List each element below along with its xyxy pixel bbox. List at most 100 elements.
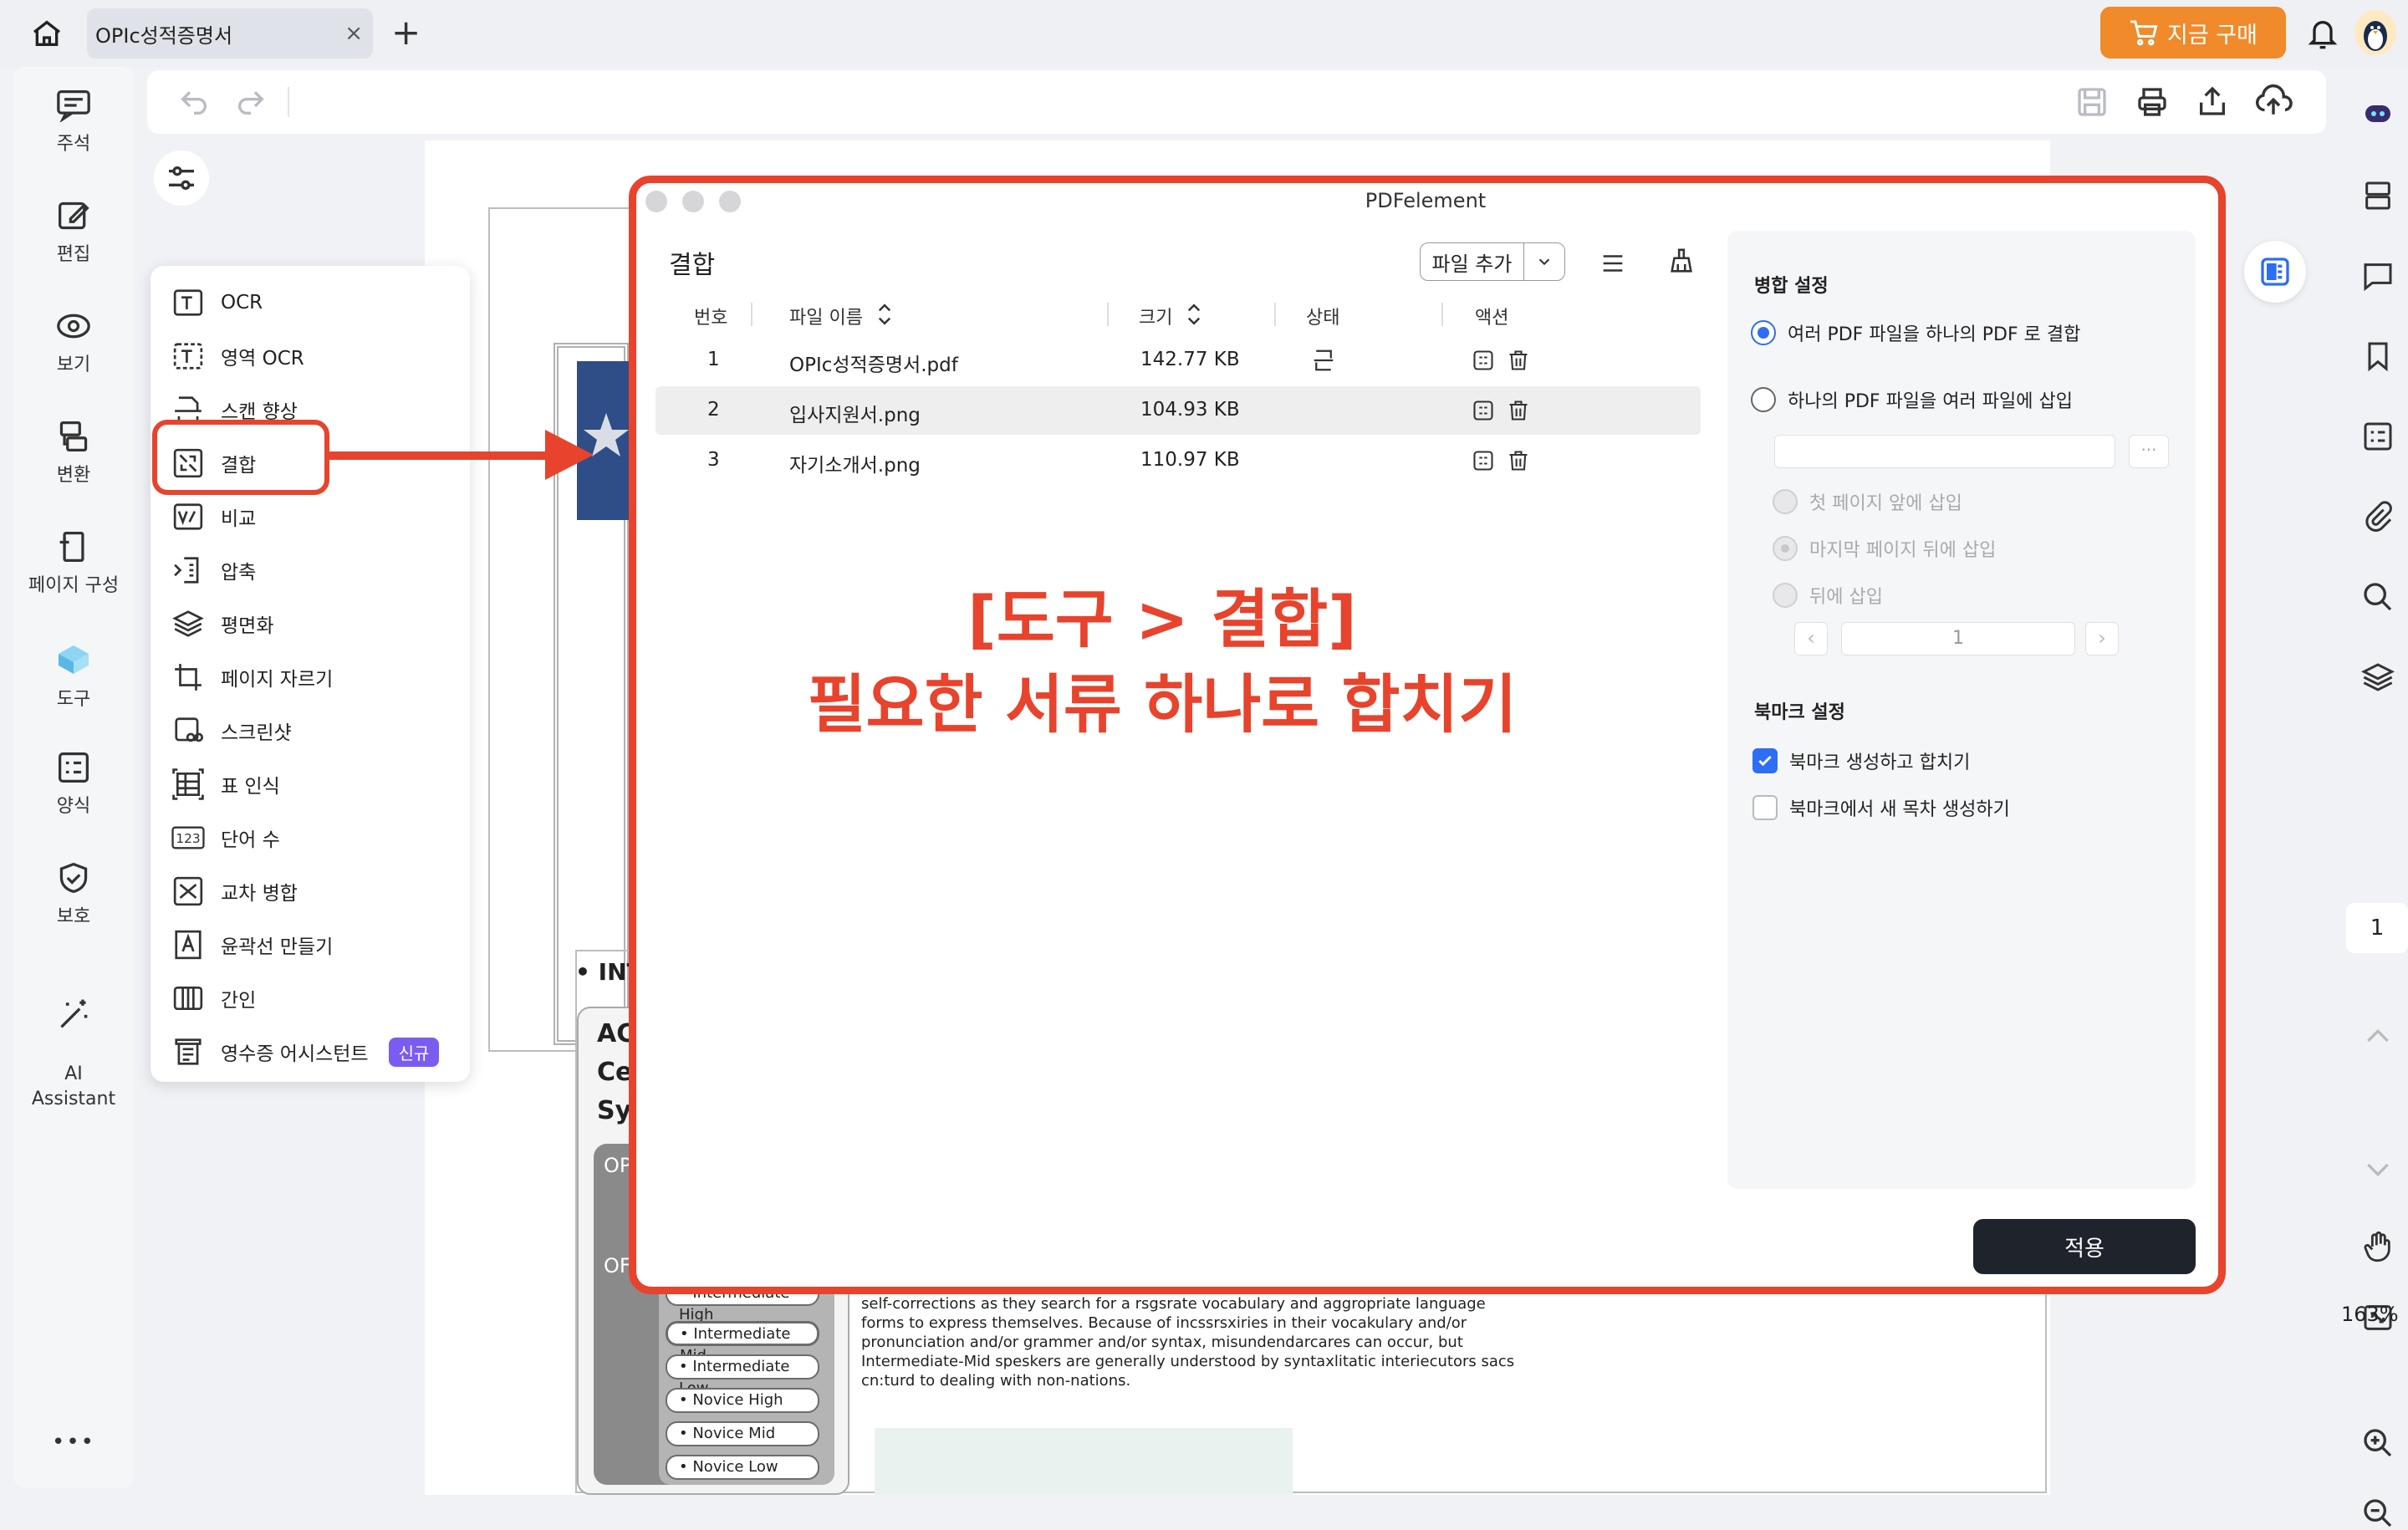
display-settings-button[interactable] [154, 150, 209, 206]
tool-table-recognition[interactable]: 표 인식 [171, 764, 280, 804]
tool-area-ocr[interactable]: 영역 OCR [171, 336, 304, 376]
annotation-arrow-head [545, 430, 594, 480]
screenshot-icon [175, 717, 203, 742]
area-ocr-icon [173, 343, 203, 370]
cloud-upload-icon[interactable] [2254, 84, 2293, 119]
sidebar-item-view[interactable]: 보기 [13, 309, 134, 376]
zoom-in-button[interactable] [2348, 1426, 2408, 1460]
interleave-icon [173, 876, 203, 906]
doc-op-text-1: OP [604, 1154, 632, 1177]
tool-receipt-assistant[interactable]: 영수증 어시스턴트 신규 [171, 1032, 440, 1072]
bookmarks-panel-button[interactable] [2348, 339, 2408, 373]
tool-ocr[interactable]: OCR [171, 283, 263, 323]
redo-icon[interactable] [234, 85, 268, 119]
table-icon [172, 768, 204, 800]
thumbnails-button[interactable] [2348, 179, 2408, 212]
tool-compare[interactable]: 비교 [171, 497, 256, 537]
combine-highlight-annotation [152, 420, 329, 495]
ocr-icon [173, 289, 203, 316]
hand-icon [2364, 1231, 2390, 1262]
print-icon[interactable] [2135, 85, 2169, 119]
doc-level-item: • Intermediate Low [666, 1354, 819, 1397]
page-down-button[interactable] [2348, 1152, 2408, 1186]
outline-icon [175, 930, 202, 960]
crop-icon [175, 664, 202, 691]
document-tab[interactable]: OPIc성적증명서 × [87, 8, 373, 59]
buy-now-button[interactable]: 지금 구매 [2100, 7, 2286, 59]
new-badge: 신규 [388, 1037, 440, 1067]
sidebar-item-tools[interactable]: 도구 [13, 640, 134, 711]
tool-label: 압축 [221, 562, 257, 584]
sidebar-item-label: 변환 [56, 465, 91, 486]
current-page-indicator[interactable]: 1 [2346, 903, 2408, 953]
attachments-button[interactable] [2348, 500, 2408, 533]
tool-crop-page[interactable]: 페이지 자르기 [171, 657, 333, 697]
sidebar-item-label: 페이지 구성 [28, 575, 120, 596]
undo-icon[interactable] [177, 85, 211, 119]
sidebar-item-form[interactable]: 양식 [13, 751, 134, 818]
sidebar-item-edit[interactable]: 편집 [13, 199, 134, 266]
sidebar-item-protect[interactable]: 보호 [13, 861, 134, 928]
toolbar-divider [288, 87, 289, 117]
page-thumbnail-float-button[interactable] [2244, 241, 2306, 303]
sidebar-item-convert[interactable]: 변환 [13, 420, 134, 487]
seal-stamp-icon [173, 986, 203, 1011]
edit-icon [59, 201, 89, 230]
toolbar [147, 70, 2326, 134]
add-tab-button[interactable]: + [391, 12, 421, 54]
comments-panel-button[interactable] [2348, 259, 2408, 293]
thumbnail-panel-icon [2261, 258, 2289, 286]
layers-button[interactable] [2348, 660, 2408, 694]
tool-label: OCR [221, 292, 263, 314]
hand-tool-button[interactable] [2348, 1229, 2408, 1264]
tool-label: 간인 [221, 990, 257, 1012]
tool-compress[interactable]: 압축 [171, 550, 256, 590]
tool-label: 페이지 자르기 [221, 669, 334, 691]
convert-icon [59, 421, 88, 451]
chevron-down-icon [2367, 1163, 2389, 1177]
receipt-icon [175, 1038, 202, 1065]
sidebar-item-label: 양식 [56, 796, 91, 817]
search-icon [2364, 583, 2392, 611]
form-fields-button[interactable] [2348, 420, 2408, 453]
close-tab-icon[interactable]: × [344, 20, 363, 47]
home-icon [33, 20, 61, 46]
tool-label: 평면화 [221, 615, 274, 637]
tool-interleave-merge[interactable]: 교차 병합 [171, 871, 298, 911]
home-button[interactable] [23, 13, 70, 54]
word-count-icon: 123 [171, 826, 205, 849]
more-menu-button[interactable]: ••• [13, 1430, 134, 1455]
save-icon[interactable] [2075, 85, 2109, 119]
notification-button[interactable] [2306, 15, 2339, 55]
page-up-button[interactable] [2348, 1020, 2408, 1053]
annotation-arrow-line [324, 451, 550, 460]
document-tab-title: OPIc성적증명서 [95, 23, 233, 48]
user-avatar[interactable] [2354, 10, 2396, 55]
sidebar-item-ai-assistant[interactable]: AI Assistant [13, 972, 134, 1112]
tool-create-outline[interactable]: 윤곽선 만들기 [171, 925, 333, 965]
ai-bot-button[interactable] [2348, 97, 2408, 130]
penguin-avatar-icon [2364, 21, 2387, 51]
sidebar-item-comment[interactable]: 주석 [13, 89, 134, 156]
search-button[interactable] [2348, 580, 2408, 614]
sidebar-item-label: 편집 [56, 244, 91, 265]
eye-icon [57, 314, 90, 339]
tool-word-count[interactable]: 123 단어 수 [171, 818, 280, 858]
zoom-level[interactable]: 163% [2341, 1303, 2399, 1326]
layers-icon [2361, 663, 2395, 691]
form-icon [59, 752, 89, 783]
doc-level-item: • Novice Low [666, 1455, 819, 1480]
tool-label: 단어 수 [221, 829, 280, 851]
tool-screenshot[interactable]: 스크린샷 [171, 711, 292, 751]
tools-menu: OCR 영역 OCR 스캔 향상 결합 비교 압축 평면화 페이지 자르기 스크… [150, 266, 470, 1082]
sidebar-item-label: 주석 [56, 134, 91, 155]
tool-flatten[interactable]: 평면화 [171, 604, 273, 644]
sidebar-item-label: 보호 [56, 906, 91, 927]
tool-label: 윤곽선 만들기 [221, 936, 334, 958]
tool-seal-stamp[interactable]: 간인 [171, 978, 256, 1018]
doc-shape [875, 1428, 1293, 1495]
sliders-icon [169, 166, 194, 191]
sidebar-item-organize-pages[interactable]: 페이지 구성 [13, 530, 134, 597]
zoom-out-button[interactable] [2348, 1497, 2408, 1530]
share-icon[interactable] [2196, 84, 2229, 119]
